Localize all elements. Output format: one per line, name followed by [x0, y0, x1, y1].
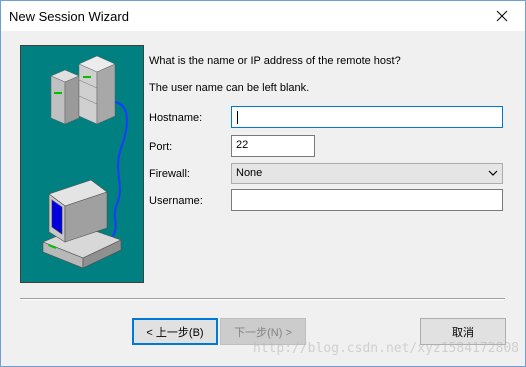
port-input[interactable]: 22 [231, 135, 315, 157]
firewall-label: Firewall: [149, 168, 190, 180]
prompt-line-2: The user name can be left blank. [149, 82, 310, 94]
username-label: Username: [149, 195, 203, 207]
server-icon [50, 55, 116, 125]
prompt-line-1: What is the name or IP address of the re… [149, 55, 401, 67]
new-session-wizard-window: New Session Wizard What is the name or I… [0, 0, 526, 367]
firewall-value: None [236, 167, 263, 179]
network-illustration [20, 45, 144, 283]
separator [20, 298, 505, 300]
firewall-select[interactable]: None [231, 163, 503, 184]
username-input[interactable] [231, 189, 503, 211]
text-caret [237, 111, 238, 124]
title-bar: New Session Wizard [1, 1, 525, 31]
hostname-input[interactable] [231, 106, 503, 128]
port-label: Port: [149, 141, 173, 153]
watermark: http://blog.csdn.net/xyz1584172808 [252, 341, 519, 356]
chevron-down-icon [488, 170, 498, 176]
back-button[interactable]: < 上一步(B) [132, 318, 218, 345]
close-icon [496, 10, 508, 22]
computer-icon [42, 179, 122, 269]
port-value: 22 [236, 139, 249, 151]
close-button[interactable] [479, 1, 525, 31]
window-title: New Session Wizard [9, 9, 129, 24]
hostname-label: Hostname: [149, 112, 203, 124]
